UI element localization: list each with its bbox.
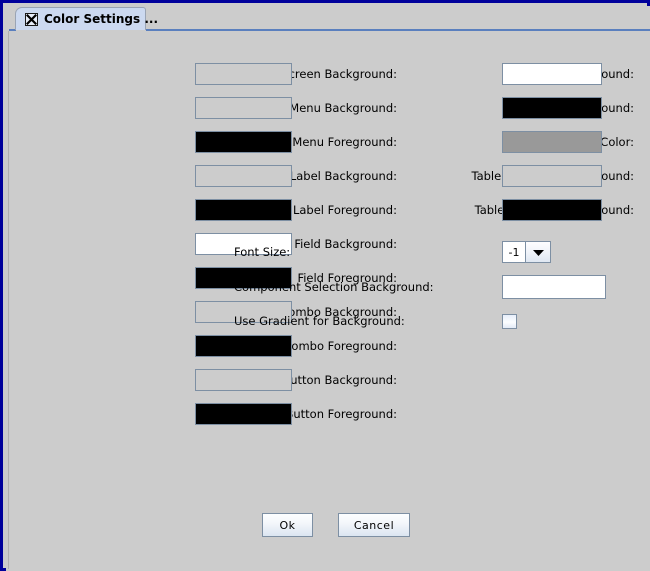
combo-foreground-row: Combo Foreground: bbox=[0, 335, 397, 357]
table-selection-background-row: Table Selection Background: bbox=[234, 165, 634, 187]
table-background-swatch[interactable] bbox=[502, 63, 602, 85]
font-size-value[interactable]: -1 bbox=[502, 241, 526, 263]
cancel-button[interactable]: Cancel bbox=[338, 513, 410, 537]
component-selection-background-row: Component Selection Background: bbox=[234, 275, 606, 299]
use-gradient-checkbox[interactable] bbox=[502, 313, 517, 329]
font-size-label: Font Size: bbox=[234, 245, 291, 259]
table-selection-foreground-row: Table Selection Foreground: bbox=[234, 199, 634, 221]
tab-title: Color Settings ... bbox=[44, 12, 158, 26]
combo-foreground-swatch[interactable] bbox=[195, 335, 292, 357]
table-foreground-swatch[interactable] bbox=[502, 97, 602, 119]
tab-strip: Color Settings ... bbox=[6, 6, 650, 31]
button-foreground-swatch[interactable] bbox=[195, 403, 292, 425]
color-settings-window: Color Settings ... Screen Background: Men… bbox=[0, 0, 650, 571]
font-size-row: Font Size: -1 bbox=[234, 241, 551, 263]
close-x-icon[interactable] bbox=[25, 12, 38, 26]
font-size-combo[interactable]: -1 bbox=[502, 241, 551, 263]
button-background-row: Button Background: bbox=[0, 369, 397, 391]
use-gradient-row: Use Gradient for Background: bbox=[234, 310, 544, 332]
table-foreground-row: Table Foreground: bbox=[234, 97, 634, 119]
settings-panel: Screen Background: Menu Background: Menu F… bbox=[8, 31, 649, 569]
ok-button[interactable]: Ok bbox=[262, 513, 313, 537]
use-gradient-label: Use Gradient for Background: bbox=[234, 314, 405, 328]
tab-color-settings[interactable]: Color Settings ... bbox=[15, 7, 158, 30]
table-background-row: Table Background: bbox=[234, 63, 634, 85]
table-grid-color-row: Table Grig Color: bbox=[234, 131, 634, 153]
window-inner: Color Settings ... Screen Background: Men… bbox=[6, 6, 650, 571]
button-background-swatch[interactable] bbox=[195, 369, 292, 391]
component-selection-background-swatch[interactable] bbox=[502, 275, 606, 299]
table-grid-color-swatch[interactable] bbox=[502, 131, 602, 153]
chevron-down-icon[interactable] bbox=[526, 241, 551, 263]
button-foreground-row: Button Foreground: bbox=[0, 403, 397, 425]
table-selection-foreground-swatch[interactable] bbox=[502, 199, 602, 221]
table-selection-background-swatch[interactable] bbox=[502, 165, 602, 187]
component-selection-background-label: Component Selection Background: bbox=[234, 280, 434, 294]
